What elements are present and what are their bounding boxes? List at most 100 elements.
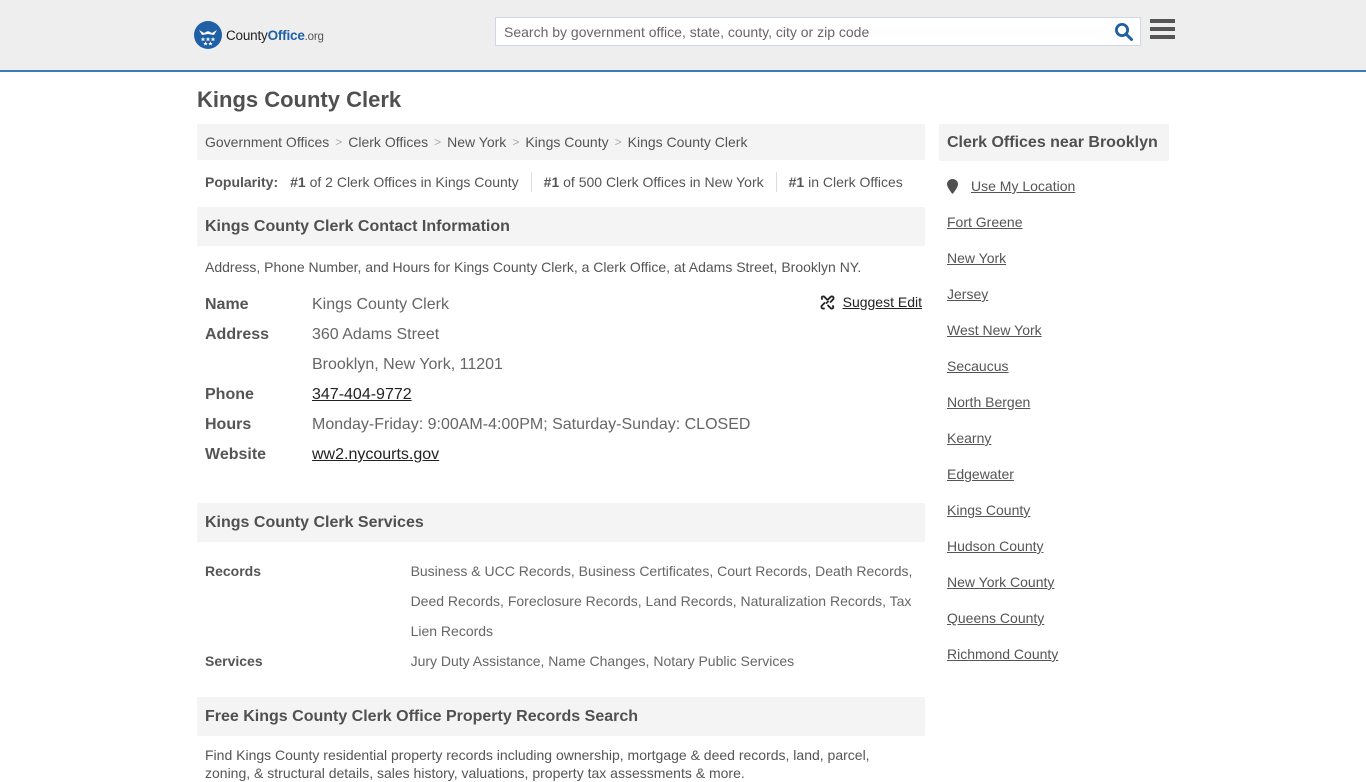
contact-row-website: Website ww2.nycourts.gov — [205, 440, 917, 470]
contact-details: Suggest Edit Name Kings County Clerk Add… — [197, 290, 925, 470]
popularity-bar: Popularity: #1 of 2 Clerk Offices in Kin… — [197, 172, 925, 192]
list-item: Kings County — [947, 502, 1169, 538]
list-item: Secaucus — [947, 358, 1169, 394]
hours-label: Hours — [205, 416, 252, 433]
search-button[interactable] — [1114, 22, 1134, 42]
sidebar-link-edgewater[interactable]: Edgewater — [947, 466, 1014, 482]
list-item: West New York — [947, 322, 1169, 358]
sidebar-link-north-bergen[interactable]: North Bergen — [947, 394, 1030, 410]
rank-number: #1 — [788, 174, 805, 190]
name-label: Name — [205, 296, 249, 313]
list-item: New York — [947, 250, 1169, 286]
contact-row-address: Address 360 Adams Street — [205, 320, 917, 350]
breadcrumb-separator: > — [434, 135, 442, 149]
property-search-description: Find Kings County residential property r… — [205, 747, 870, 781]
contact-info-heading: Kings County Clerk Contact Information — [197, 207, 925, 246]
list-item: Edgewater — [947, 466, 1169, 502]
services-row-services: Services Jury Duty Assistance, Name Chan… — [205, 646, 917, 676]
breadcrumb-separator: > — [512, 135, 520, 149]
hours-value: Monday-Friday: 9:00AM-4:00PM; Saturday-S… — [312, 416, 751, 433]
use-my-location-item: Use My Location — [947, 178, 1169, 214]
contact-description: Address, Phone Number, and Hours for Kin… — [205, 259, 862, 275]
sidebar-link-secaucus[interactable]: Secaucus — [947, 358, 1008, 374]
list-item: Kearny — [947, 430, 1169, 466]
site-header: CountyOffice.org — [0, 0, 1366, 72]
sidebar-link-jersey[interactable]: Jersey — [947, 286, 988, 302]
sidebar-link-queens-county[interactable]: Queens County — [947, 610, 1044, 626]
search-icon — [1115, 23, 1133, 41]
address-label: Address — [205, 326, 270, 343]
website-label: Website — [205, 446, 267, 463]
list-item: Richmond County — [947, 646, 1169, 682]
logo-org-text: .org — [304, 30, 324, 43]
services-row-records: Records Business & UCC Records, Business… — [205, 556, 917, 646]
address-line2: Brooklyn, New York, 11201 — [312, 356, 503, 373]
contact-row-phone: Phone 347-404-9772 — [205, 380, 917, 410]
main-content: Government Offices > Clerk Offices > New… — [197, 124, 925, 782]
services-heading: Kings County Clerk Services — [197, 503, 925, 542]
rank-text: in Clerk Offices — [804, 174, 903, 190]
services-label: Services — [205, 653, 263, 669]
eagle-stars-logo-icon — [194, 21, 222, 49]
services-table: Records Business & UCC Records, Business… — [197, 556, 925, 676]
breadcrumb-new-york[interactable]: New York — [447, 134, 506, 150]
breadcrumb-kings-county-clerk[interactable]: Kings County Clerk — [628, 134, 748, 150]
breadcrumb-separator: > — [614, 135, 622, 149]
logo-wordmark: CountyOffice.org — [226, 28, 324, 43]
hamburger-menu-icon-bar — [1150, 19, 1175, 23]
sidebar-link-new-york[interactable]: New York — [947, 250, 1006, 266]
phone-label: Phone — [205, 386, 254, 403]
list-item: Jersey — [947, 286, 1169, 322]
rank-text: of 500 Clerk Offices in New York — [559, 174, 764, 190]
website-link[interactable]: ww2.nycourts.gov — [312, 446, 439, 463]
map-pin-icon — [947, 178, 963, 197]
breadcrumb-government-offices[interactable]: Government Offices — [205, 134, 329, 150]
sidebar-link-kings-county[interactable]: Kings County — [947, 502, 1030, 518]
breadcrumb: Government Offices > Clerk Offices > New… — [197, 124, 925, 160]
popularity-rank-county: #1 of 2 Clerk Offices in Kings County — [290, 174, 519, 190]
popularity-rank-state: #1 of 500 Clerk Offices in New York — [544, 174, 764, 190]
popularity-label: Popularity: — [205, 174, 279, 190]
sidebar-link-new-york-county[interactable]: New York County — [947, 574, 1054, 590]
contact-row-address-2: Brooklyn, New York, 11201 — [205, 350, 917, 380]
hamburger-menu-icon-bar — [1150, 35, 1175, 39]
popularity-rank-national: #1 in Clerk Offices — [789, 174, 903, 190]
list-item: Fort Greene — [947, 214, 1169, 250]
sidebar-link-fort-greene[interactable]: Fort Greene — [947, 214, 1022, 230]
rank-number: #1 — [290, 174, 306, 190]
records-label: Records — [205, 563, 262, 579]
suggest-edit-label: Suggest Edit — [842, 294, 922, 310]
breadcrumb-separator: > — [335, 135, 343, 149]
divider — [530, 172, 532, 192]
address-line1: 360 Adams Street — [312, 326, 440, 343]
name-value: Kings County Clerk — [312, 296, 449, 313]
use-my-location-link[interactable]: Use My Location — [971, 178, 1075, 194]
unlink-icon — [820, 295, 835, 309]
sidebar-link-kearny[interactable]: Kearny — [947, 430, 991, 446]
logo-county-text: County — [226, 27, 268, 43]
search-bar — [495, 17, 1141, 46]
contact-row-name: Name Kings County Clerk — [205, 290, 917, 320]
divider — [775, 172, 777, 192]
rank-text: of 2 Clerk Offices in Kings County — [305, 174, 519, 190]
nearby-offices-list: Use My Location Fort Greene New York Jer… — [939, 178, 1169, 682]
breadcrumb-kings-county[interactable]: Kings County — [525, 134, 608, 150]
search-input[interactable] — [496, 18, 1106, 45]
breadcrumb-clerk-offices[interactable]: Clerk Offices — [348, 134, 428, 150]
hamburger-menu-button[interactable] — [1150, 19, 1175, 41]
sidebar-link-hudson-county[interactable]: Hudson County — [947, 538, 1044, 554]
hamburger-menu-icon-bar — [1150, 27, 1175, 31]
list-item: Hudson County — [947, 538, 1169, 574]
services-value: Jury Duty Assistance, Name Changes, Nota… — [410, 653, 795, 669]
site-logo[interactable]: CountyOffice.org — [194, 21, 324, 49]
suggest-edit-link[interactable]: Suggest Edit — [820, 294, 922, 310]
logo-office-text: Office — [267, 27, 305, 43]
records-value: Business & UCC Records, Business Certifi… — [410, 563, 913, 639]
sidebar-link-richmond-county[interactable]: Richmond County — [947, 646, 1058, 662]
sidebar-link-west-new-york[interactable]: West New York — [947, 322, 1042, 338]
property-search-heading: Free Kings County Clerk Office Property … — [197, 697, 925, 736]
phone-link[interactable]: 347-404-9772 — [312, 386, 412, 403]
list-item: New York County — [947, 574, 1169, 610]
sidebar: Clerk Offices near Brooklyn Use My Locat… — [939, 124, 1169, 682]
contact-row-hours: Hours Monday-Friday: 9:00AM-4:00PM; Satu… — [205, 410, 917, 440]
